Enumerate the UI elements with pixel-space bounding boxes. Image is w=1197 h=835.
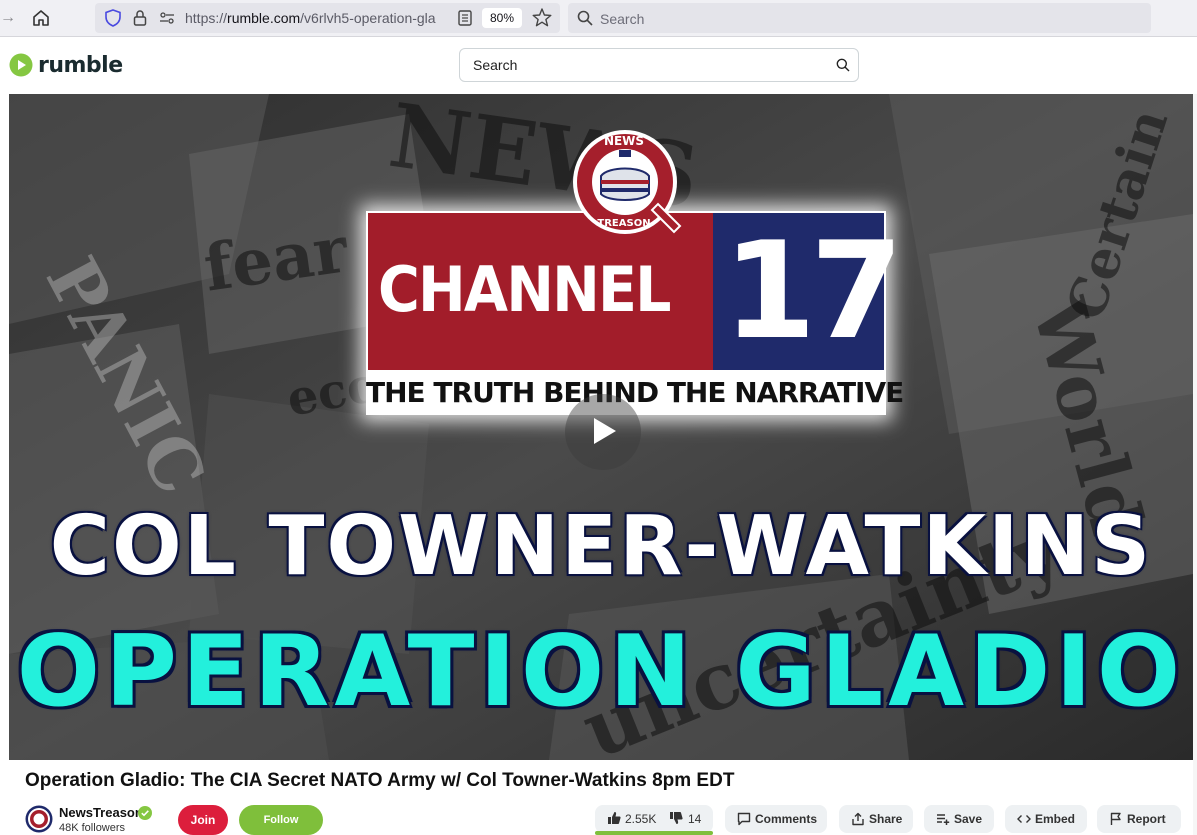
join-button[interactable]: Join bbox=[178, 805, 228, 835]
thumbnail-headline-2: OPERATION GLADIO bbox=[16, 615, 1186, 729]
report-label: Report bbox=[1127, 812, 1166, 826]
channel-actions-row: NewsTreason 48K followers Join Follow 2.… bbox=[25, 803, 1195, 835]
like-count: 2.55K bbox=[625, 812, 657, 826]
reader-view-icon[interactable] bbox=[457, 9, 473, 27]
site-header: rumble bbox=[0, 38, 1197, 94]
share-button[interactable]: Share bbox=[839, 805, 913, 833]
search-icon[interactable] bbox=[836, 58, 850, 72]
channel-number: 17 bbox=[723, 213, 903, 369]
logo-wordmark: rumble bbox=[38, 52, 123, 78]
verified-badge-icon bbox=[138, 806, 152, 820]
flag-icon bbox=[1110, 812, 1121, 825]
home-icon[interactable] bbox=[30, 7, 52, 29]
channel-word: CHANNEL bbox=[378, 253, 671, 326]
lock-icon[interactable] bbox=[133, 9, 147, 27]
embed-code-icon bbox=[1017, 815, 1031, 823]
site-search-bar[interactable] bbox=[459, 48, 859, 82]
embed-label: Embed bbox=[1035, 812, 1076, 826]
video-player[interactable]: NEWS fear PANIC eco Certain World uncert… bbox=[9, 94, 1193, 760]
report-button[interactable]: Report bbox=[1097, 805, 1181, 833]
comments-button[interactable]: Comments bbox=[725, 805, 827, 833]
page-scroll-edge bbox=[1193, 94, 1197, 835]
save-button[interactable]: Save bbox=[924, 805, 994, 833]
channel-banner-blue: 17 bbox=[713, 213, 903, 370]
url-text[interactable]: https://rumble.com/v6rlvh5-operation-gla bbox=[185, 10, 447, 26]
rumble-logo[interactable]: rumble bbox=[9, 50, 123, 80]
share-icon bbox=[852, 812, 864, 826]
video-title: Operation Gladio: The CIA Secret NATO Ar… bbox=[25, 770, 735, 791]
thumbs-down-icon[interactable] bbox=[669, 811, 683, 825]
dislike-count: 14 bbox=[688, 812, 702, 826]
channel-17-banner: CHANNEL 17 THE TRUTH BEHIND THE NARRATIV… bbox=[366, 211, 904, 415]
vote-control: 2.55K 14 bbox=[595, 805, 713, 833]
channel-banner-red: CHANNEL bbox=[368, 213, 713, 370]
address-bar[interactable]: https://rumble.com/v6rlvh5-operation-gla… bbox=[95, 3, 560, 33]
search-icon bbox=[577, 10, 593, 26]
thumbs-up-icon[interactable] bbox=[607, 811, 621, 825]
comments-label: Comments bbox=[755, 812, 818, 826]
play-icon bbox=[594, 418, 616, 444]
badge-text-top: NEWS bbox=[603, 134, 645, 148]
embed-button[interactable]: Embed bbox=[1005, 805, 1087, 833]
channel-followers: 48K followers bbox=[59, 822, 126, 834]
save-label: Save bbox=[954, 812, 983, 826]
permissions-icon[interactable] bbox=[159, 10, 175, 26]
forward-arrow-icon[interactable]: → bbox=[0, 8, 16, 28]
rumble-logo-icon bbox=[9, 53, 33, 77]
play-button[interactable] bbox=[565, 394, 641, 470]
channel-name[interactable]: NewsTreason bbox=[59, 805, 143, 820]
search-input[interactable] bbox=[461, 50, 821, 80]
browser-search-placeholder: Search bbox=[600, 11, 645, 27]
zoom-level[interactable]: 80% bbox=[482, 8, 522, 28]
comment-icon bbox=[737, 812, 751, 826]
thumbnail-headline-1: COL TOWNER-WATKINS bbox=[49, 499, 1153, 594]
share-label: Share bbox=[869, 812, 903, 826]
playlist-add-icon bbox=[937, 814, 950, 825]
channel-avatar[interactable] bbox=[25, 805, 53, 833]
tracking-shield-icon[interactable] bbox=[105, 9, 121, 27]
follow-button[interactable]: Follow bbox=[239, 805, 323, 835]
badge-text-bottom: TREASON bbox=[597, 218, 651, 229]
vote-ratio-bar bbox=[595, 831, 713, 835]
bookmark-star-icon[interactable] bbox=[532, 7, 552, 29]
browser-toolbar: → https://rumble.com/v6rlvh5-operation-g… bbox=[0, 0, 1197, 37]
browser-search-box[interactable]: Search bbox=[568, 3, 1151, 33]
